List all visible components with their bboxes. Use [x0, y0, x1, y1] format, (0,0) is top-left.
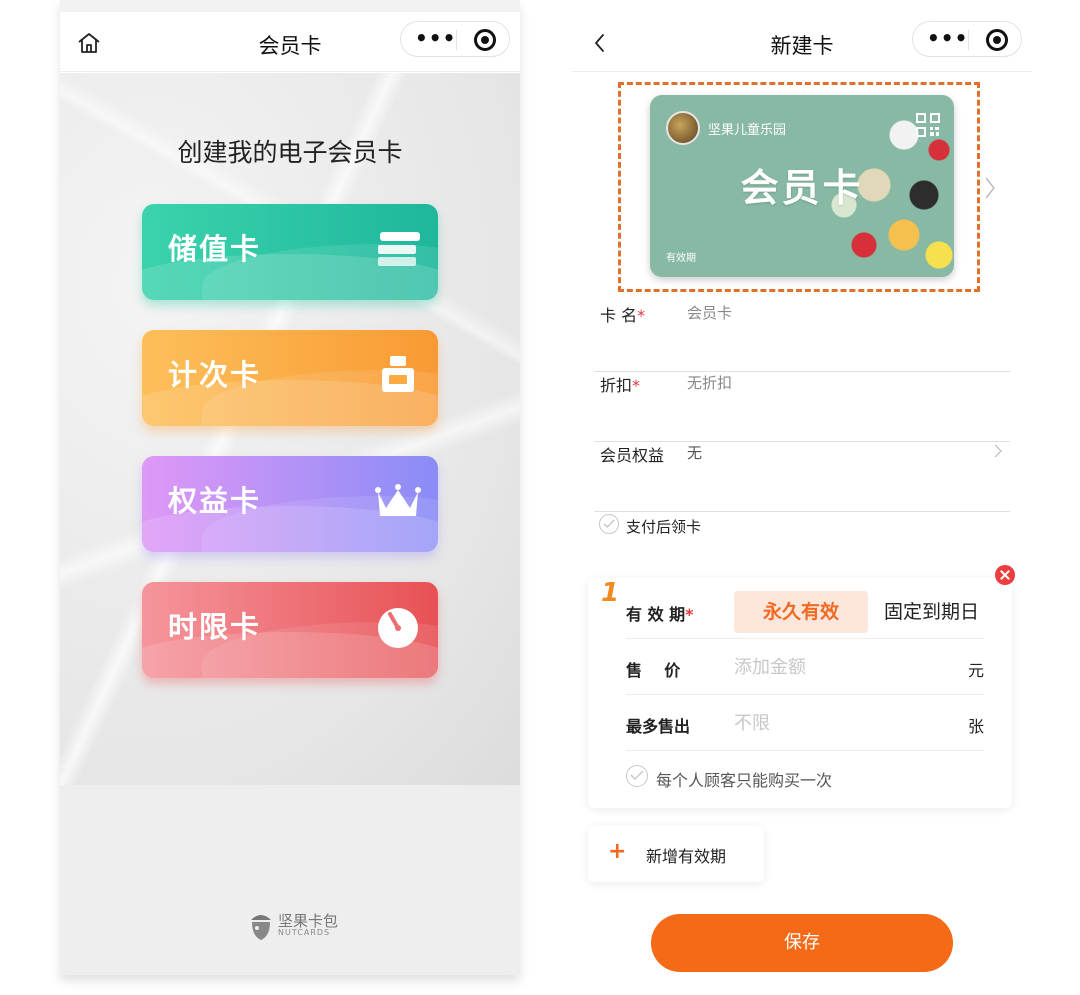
period-index: 1	[601, 578, 620, 608]
once-per-customer-label: 每个人顾客只能购买一次	[656, 771, 833, 790]
nut-logo-icon	[251, 915, 271, 940]
close-miniprogram-icon[interactable]	[474, 29, 496, 51]
stacked-cards-icon	[378, 232, 420, 266]
price-input[interactable]: 添加金额	[734, 653, 806, 679]
rights-card-button[interactable]: 权益卡	[142, 456, 438, 552]
create-card-heading: 创建我的电子会员卡	[177, 138, 403, 167]
shop-name: 坚果儿童乐园	[708, 123, 787, 138]
footer-area	[60, 785, 520, 975]
count-card-button[interactable]: 计次卡	[142, 330, 438, 426]
shop-avatar	[666, 111, 700, 145]
field-label: 会员权益	[600, 446, 665, 465]
max-sale-unit: 张	[967, 717, 984, 736]
time-limited-card-button[interactable]: 时限卡	[142, 582, 438, 678]
save-button[interactable]: 保存	[651, 914, 953, 972]
field-label: 折扣*	[600, 376, 641, 395]
member-card-preview[interactable]: 坚果儿童乐园 会员卡 有效期	[650, 95, 954, 277]
card-type-label: 权益卡	[168, 484, 262, 518]
more-menu-icon[interactable]: •••	[415, 26, 456, 50]
card-type-label: 储值卡	[168, 232, 262, 266]
pay-then-claim-label: 支付后领卡	[626, 518, 702, 536]
price-unit: 元	[967, 661, 984, 680]
stored-value-card-button[interactable]: 储值卡	[142, 204, 438, 300]
permanent-option-button[interactable]: 永久有效	[734, 591, 868, 633]
next-card-style-icon[interactable]	[984, 176, 996, 200]
remove-period-icon[interactable]	[995, 565, 1015, 585]
member-benefits-field[interactable]: 会员权益 无	[594, 442, 1010, 512]
mini-program-capsule: •••	[912, 21, 1022, 57]
validity-row: 有 效 期* 永久有效 固定到期日	[626, 583, 984, 639]
marble-background	[60, 73, 520, 785]
card-name-input[interactable]: 会员卡	[687, 302, 732, 323]
stamp-icon	[382, 356, 414, 392]
check-icon	[630, 770, 644, 781]
qr-code-icon	[916, 113, 940, 137]
benefits-value: 无	[687, 444, 703, 462]
brand-subtitle: NUTCARDS	[278, 928, 331, 937]
timer-icon	[378, 608, 418, 648]
card-type-label: 计次卡	[168, 358, 262, 392]
max-sale-row: 最多售出 不限 张	[626, 695, 984, 751]
max-sale-input[interactable]: 不限	[734, 709, 770, 735]
max-sale-label: 最多售出	[626, 717, 691, 736]
crown-icon	[375, 484, 421, 516]
add-period-button[interactable]: + 新增有效期	[588, 826, 764, 882]
field-label: 卡 名*	[600, 306, 646, 325]
price-row: 售 价 添加金额 元	[626, 639, 984, 695]
chevron-right-icon	[994, 444, 1002, 458]
pay-then-claim-checkbox[interactable]	[599, 514, 619, 534]
capsule-divider	[456, 30, 457, 50]
discount-input[interactable]: 无折扣	[687, 372, 732, 393]
card-validity-label: 有效期	[666, 253, 696, 264]
validity-label: 有 效 期*	[626, 605, 694, 624]
nav-bar: 会员卡 •••	[60, 12, 520, 72]
discount-field[interactable]: 折扣* 无折扣	[594, 372, 1010, 442]
card-type-label: 时限卡	[168, 610, 262, 644]
validity-period-card: 1 有 效 期* 永久有效 固定到期日 售 价 添加金额 元 最多售出 不限 张…	[588, 578, 1012, 808]
nav-bar: 新建卡 •••	[572, 12, 1032, 72]
price-label: 售 价	[626, 661, 681, 680]
top-strip	[60, 0, 520, 12]
add-period-label: 新增有效期	[646, 847, 727, 866]
mini-program-capsule: •••	[400, 21, 510, 57]
check-icon	[603, 519, 615, 529]
member-card-home-screen: 会员卡 ••• 创建我的电子会员卡 储值卡 计次卡 权益卡 时限卡 坚果卡包 N…	[60, 0, 520, 975]
new-card-screen: 新建卡 ••• 坚果儿童乐园 会员卡 有效期 卡 名* 会员卡 折扣* 无折扣 …	[572, 0, 1032, 975]
card-name-field[interactable]: 卡 名* 会员卡	[594, 302, 1010, 372]
capsule-divider	[968, 30, 969, 50]
card-title: 会员卡	[740, 166, 864, 210]
more-menu-icon[interactable]: •••	[927, 26, 968, 50]
once-per-customer-checkbox[interactable]	[626, 765, 648, 787]
plus-icon: +	[608, 839, 627, 864]
fixed-date-option-button[interactable]: 固定到期日	[884, 591, 979, 633]
close-miniprogram-icon[interactable]	[986, 29, 1008, 51]
